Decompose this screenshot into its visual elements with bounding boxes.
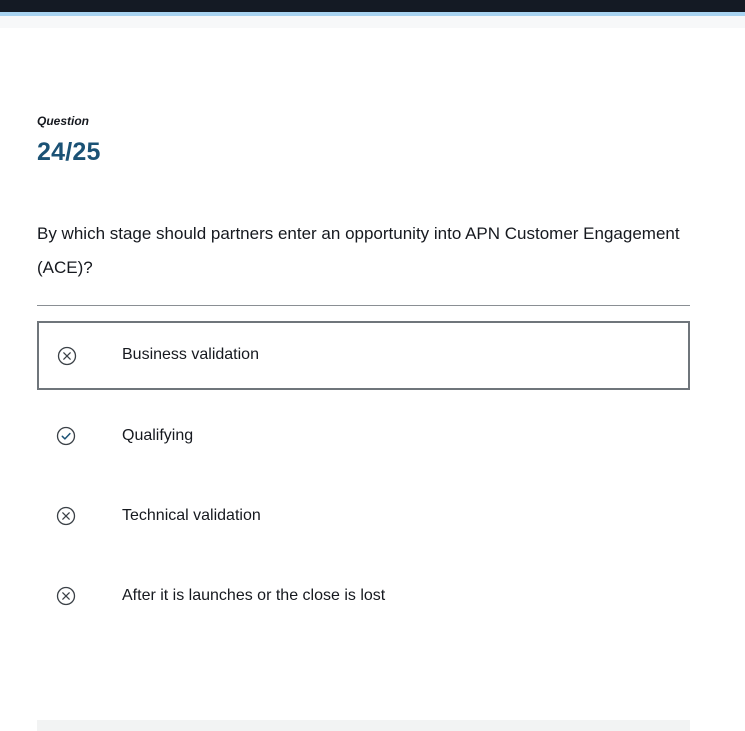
- x-circle-icon: [56, 506, 76, 526]
- divider: [37, 305, 690, 306]
- answer-option-label: Technical validation: [122, 507, 261, 524]
- x-circle-icon: [56, 586, 76, 606]
- answer-option-after-launch[interactable]: After it is launches or the close is los…: [37, 562, 690, 631]
- answer-option-label: Qualifying: [122, 427, 194, 444]
- question-label: Question: [37, 114, 90, 128]
- answer-option-qualifying[interactable]: Qualifying: [37, 402, 690, 471]
- answer-option-label: Business validation: [122, 346, 259, 363]
- question-text: By which stage should partners enter an …: [37, 224, 680, 277]
- answer-option-technical-validation[interactable]: Technical validation: [37, 482, 690, 551]
- question-counter: 24/25: [37, 138, 101, 166]
- check-circle-icon: [56, 426, 76, 446]
- header-shadow-band: [0, 16, 745, 28]
- footer-panel: [37, 720, 690, 731]
- answer-option-business-validation[interactable]: Business validation: [37, 321, 690, 390]
- x-circle-icon: [57, 346, 77, 366]
- top-navigation-bar: [0, 0, 745, 12]
- answer-option-label: After it is launches or the close is los…: [122, 587, 386, 604]
